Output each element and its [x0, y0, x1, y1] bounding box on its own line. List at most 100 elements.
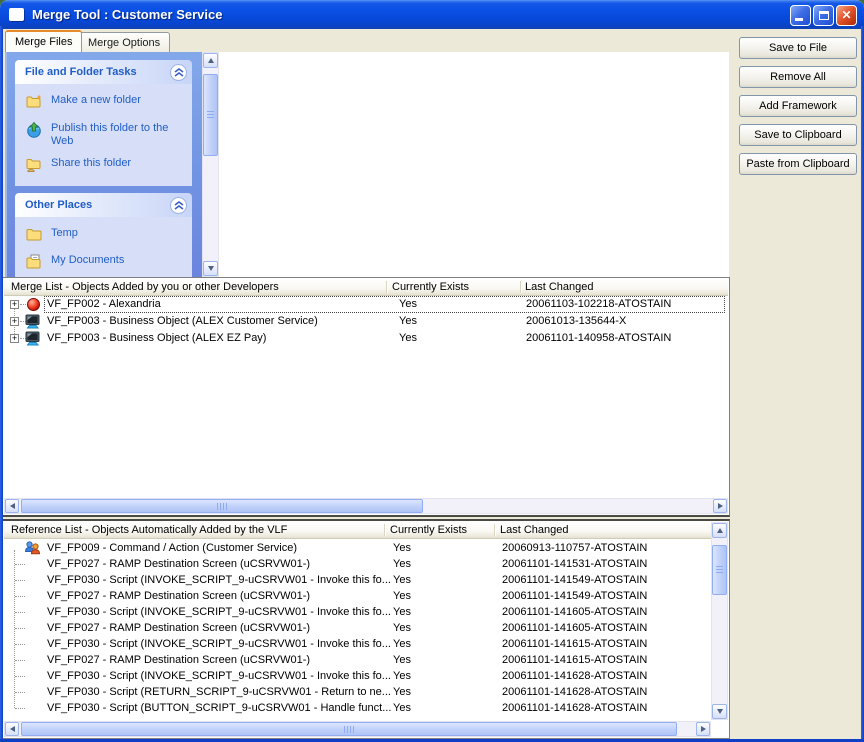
save-to-clipboard-button[interactable]: Save to Clipboard [739, 124, 857, 146]
column-divider[interactable] [386, 281, 387, 293]
table-row[interactable]: VF_FP027 - RAMP Destination Screen (uCSR… [4, 620, 710, 636]
folder-icon [26, 227, 44, 245]
column-divider[interactable] [494, 524, 495, 536]
object-name: VF_FP030 - Script (BUTTON_SCRIPT_9-uCSRV… [47, 702, 391, 714]
expand-plus-icon[interactable]: + [10, 317, 19, 326]
column-header-exists[interactable]: Currently Exists [390, 522, 467, 538]
column-divider[interactable] [384, 524, 385, 536]
tree-connector [15, 660, 25, 661]
tab-merge-files[interactable]: Merge Files [5, 30, 82, 52]
arrow-down-icon [208, 266, 214, 274]
add-framework-button[interactable]: Add Framework [739, 95, 857, 117]
place-label: Temp [51, 227, 78, 240]
scroll-down-button[interactable] [712, 704, 727, 719]
tab-label: Merge Options [88, 37, 160, 49]
place-my-documents[interactable]: My Documents [26, 254, 186, 273]
task-share-folder[interactable]: Share this folder [26, 157, 186, 176]
task-label: Publish this folder to the Web [51, 122, 186, 148]
arrow-down-icon [717, 709, 723, 717]
scrollbar-thumb[interactable] [21, 722, 677, 736]
task-pane-scrollbar[interactable] [202, 52, 219, 277]
new-folder-icon [26, 94, 44, 113]
scrollbar-thumb[interactable] [712, 545, 727, 595]
currently-exists-value: Yes [393, 622, 411, 634]
currently-exists-value: Yes [393, 558, 411, 570]
column-header-changed[interactable]: Last Changed [500, 522, 569, 538]
reference-list-vscrollbar[interactable] [711, 522, 728, 720]
tab-merge-options[interactable]: Merge Options [78, 32, 170, 52]
table-row[interactable]: VF_FP009 - Command / Action (Customer Se… [4, 540, 710, 556]
paste-from-clipboard-button[interactable]: Paste from Clipboard [739, 153, 857, 175]
object-name: VF_FP027 - RAMP Destination Screen (uCSR… [47, 654, 310, 666]
table-row[interactable]: VF_FP030 - Script (INVOKE_SCRIPT_9-uCSRV… [4, 604, 710, 620]
currently-exists-value: Yes [393, 638, 411, 650]
scroll-up-button[interactable] [712, 523, 727, 538]
arrow-left-icon [7, 726, 15, 732]
reference-list-hscrollbar[interactable] [4, 721, 711, 737]
expand-plus-icon[interactable]: + [10, 334, 19, 343]
file-list-area: File and Folder Tasks Make a new folder [5, 52, 729, 277]
table-row[interactable]: + VF_FP003 - Business Object (ALEX EZ Pa… [4, 330, 727, 347]
scrollbar-thumb[interactable] [203, 74, 218, 156]
object-name: VF_FP030 - Script (INVOKE_SCRIPT_9-uCSRV… [47, 606, 391, 618]
scroll-right-button[interactable] [696, 722, 710, 736]
last-changed-value: 20061101-140958-ATOSTAIN [526, 332, 671, 344]
merge-list-hscrollbar[interactable] [4, 498, 728, 514]
table-row[interactable]: + VF_FP002 - Alexandria Yes 20061103-102… [4, 296, 727, 313]
column-header-exists[interactable]: Currently Exists [392, 279, 469, 295]
window-title: Merge Tool : Customer Service [32, 0, 222, 29]
object-name: VF_FP003 - Business Object (ALEX Custome… [47, 315, 318, 327]
scroll-right-button[interactable] [713, 499, 727, 513]
tree-connector [15, 644, 25, 645]
scrollbar-thumb[interactable] [21, 499, 423, 513]
table-row[interactable]: VF_FP027 - RAMP Destination Screen (uCSR… [4, 588, 710, 604]
save-to-file-button[interactable]: Save to File [739, 37, 857, 59]
currently-exists-value: Yes [393, 686, 411, 698]
tree-connector [15, 708, 25, 709]
currently-exists-value: Yes [393, 542, 411, 554]
tree-connector [15, 596, 25, 597]
column-header-changed[interactable]: Last Changed [525, 279, 594, 295]
task-publish-folder[interactable]: Publish this folder to the Web [26, 122, 186, 148]
close-button[interactable]: ✕ [836, 5, 857, 26]
column-header-name[interactable]: Reference List - Objects Automatically A… [11, 522, 287, 538]
table-row[interactable]: + VF_FP003 - Business Object (ALEX Custo… [4, 313, 727, 330]
scroll-left-button[interactable] [5, 722, 19, 736]
last-changed-value: 20061101-141615-ATOSTAIN [502, 638, 647, 650]
last-changed-value: 20061101-141605-ATOSTAIN [502, 622, 647, 634]
arrow-right-icon [718, 503, 726, 509]
expand-plus-icon[interactable]: + [10, 300, 19, 309]
table-row[interactable]: VF_FP030 - Script (INVOKE_SCRIPT_9-uCSRV… [4, 572, 710, 588]
collapse-button[interactable] [170, 197, 187, 214]
table-row[interactable]: VF_FP030 - Script (INVOKE_SCRIPT_9-uCSRV… [4, 668, 710, 684]
place-temp[interactable]: Temp [26, 227, 186, 245]
task-make-new-folder[interactable]: Make a new folder [26, 94, 186, 113]
maximize-button[interactable] [813, 5, 834, 26]
explorer-task-pane: File and Folder Tasks Make a new folder [5, 52, 202, 277]
tab-strip: Merge Files Merge Options [3, 29, 861, 52]
other-places-header[interactable]: Other Places [15, 193, 192, 217]
remove-all-button[interactable]: Remove All [739, 66, 857, 88]
table-row[interactable]: VF_FP030 - Script (BUTTON_SCRIPT_9-uCSRV… [4, 700, 710, 716]
merge-list-rows: + VF_FP002 - Alexandria Yes 20061103-102… [3, 296, 728, 497]
table-row[interactable]: VF_FP027 - RAMP Destination Screen (uCSR… [4, 556, 710, 572]
column-divider[interactable] [520, 281, 521, 293]
currently-exists-value: Yes [393, 702, 411, 714]
scroll-down-button[interactable] [203, 261, 218, 276]
table-row[interactable]: VF_FP030 - Script (RETURN_SCRIPT_9-uCSRV… [4, 684, 710, 700]
collapse-button[interactable] [170, 64, 187, 81]
title-bar[interactable]: Merge Tool : Customer Service ✕ [0, 0, 864, 29]
column-header-name[interactable]: Merge List - Objects Added by you or oth… [11, 279, 279, 295]
file-and-folder-tasks-header[interactable]: File and Folder Tasks [15, 60, 192, 84]
reference-list-rows: VF_FP009 - Command / Action (Customer Se… [3, 540, 711, 720]
object-name: VF_FP030 - Script (INVOKE_SCRIPT_9-uCSRV… [47, 638, 391, 650]
object-name: VF_FP027 - RAMP Destination Screen (uCSR… [47, 590, 310, 602]
scroll-left-button[interactable] [5, 499, 19, 513]
tree-connector [15, 692, 25, 693]
file-and-folder-tasks-box: File and Folder Tasks Make a new folder [15, 60, 192, 186]
share-folder-icon [26, 157, 44, 176]
table-row[interactable]: VF_FP027 - RAMP Destination Screen (uCSR… [4, 652, 710, 668]
scroll-up-button[interactable] [203, 53, 218, 68]
minimize-button[interactable] [790, 5, 811, 26]
table-row[interactable]: VF_FP030 - Script (INVOKE_SCRIPT_9-uCSRV… [4, 636, 710, 652]
